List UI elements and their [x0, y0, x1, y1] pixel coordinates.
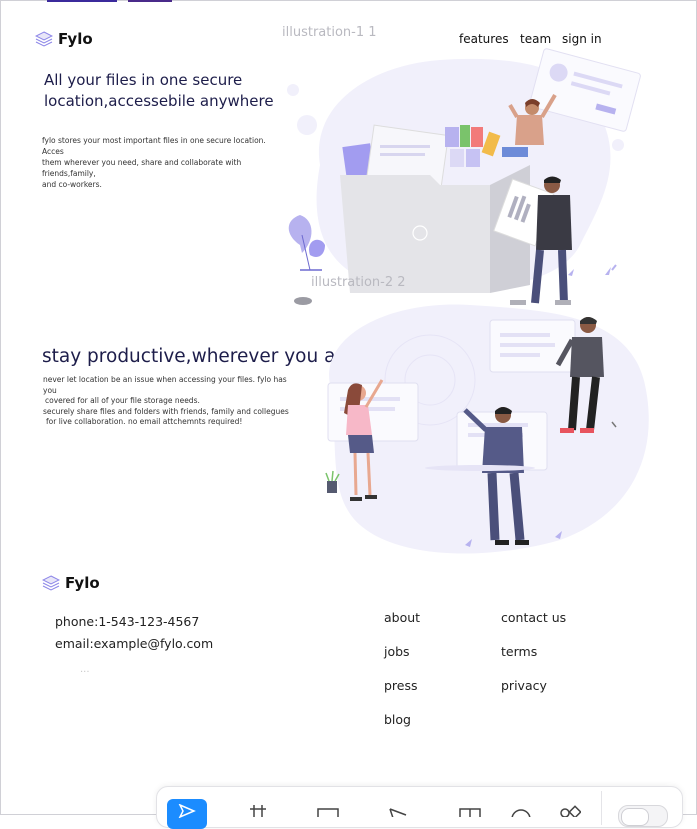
move-tool-icon: [178, 804, 196, 818]
section-description-line: for live collaboration. no email attchem…: [46, 417, 243, 426]
footer-link-jobs[interactable]: jobs: [384, 644, 410, 659]
brand-name: Fylo: [65, 574, 100, 592]
footer-link-terms[interactable]: terms: [501, 644, 537, 659]
nav-features[interactable]: features: [459, 32, 509, 46]
hero-description: fylo stores your most important files in…: [42, 135, 282, 190]
header-logo[interactable]: Fylo: [35, 30, 93, 48]
dev-mode-toggle[interactable]: [618, 805, 668, 827]
nav-team[interactable]: team: [520, 32, 551, 46]
design-toolbar: [156, 786, 683, 829]
components-tool-icon[interactable]: [559, 795, 581, 817]
nav-sign-in[interactable]: sign in: [562, 32, 602, 46]
hero-description-line: them wherever you need, share and collab…: [42, 158, 242, 178]
footer-link-privacy[interactable]: privacy: [501, 678, 547, 693]
footer-ellipsis: ...: [80, 664, 90, 675]
top-strip: [47, 0, 117, 2]
footer-link-about[interactable]: about: [384, 610, 420, 625]
hero-description-line: and co-workers.: [42, 180, 102, 189]
stack-icon: [42, 575, 60, 591]
move-tool-button[interactable]: [167, 799, 207, 829]
comment-tool-icon[interactable]: [510, 795, 532, 817]
layer-label-illustration-2: illustration-2 2: [311, 275, 406, 290]
section-description-line: securely share files and folders with fr…: [43, 406, 289, 416]
section-description-line: never let location be an issue when acce…: [43, 375, 287, 395]
layout-tool-icon[interactable]: [459, 795, 481, 817]
stack-icon: [35, 31, 53, 47]
footer-link-contact-us[interactable]: contact us: [501, 610, 566, 625]
section-description-line: covered for all of your file storage nee…: [45, 396, 200, 405]
section-description: never let location be an issue when acce…: [43, 375, 293, 428]
footer-email[interactable]: email:example@fylo.com: [55, 636, 213, 651]
rectangle-tool-icon[interactable]: [317, 795, 339, 817]
pen-tool-icon[interactable]: [388, 795, 410, 817]
brand-name: Fylo: [58, 30, 93, 48]
layer-label-illustration-1: illustration-1 1: [282, 25, 377, 40]
frame-tool-icon[interactable]: [247, 795, 269, 817]
hero-title: All your files in one secure location,ac…: [44, 71, 274, 110]
top-strip: [128, 0, 172, 2]
illustration-collaboration: [325, 304, 649, 554]
footer-logo[interactable]: Fylo: [42, 574, 100, 592]
footer-link-press[interactable]: press: [384, 678, 418, 693]
toolbar-separator: [601, 791, 602, 825]
toggle-knob: [621, 808, 649, 826]
footer-link-blog[interactable]: blog: [384, 712, 411, 727]
hero-description-line: fylo stores your most important files in…: [42, 136, 266, 156]
footer-phone: phone:1-543-123-4567: [55, 614, 200, 629]
